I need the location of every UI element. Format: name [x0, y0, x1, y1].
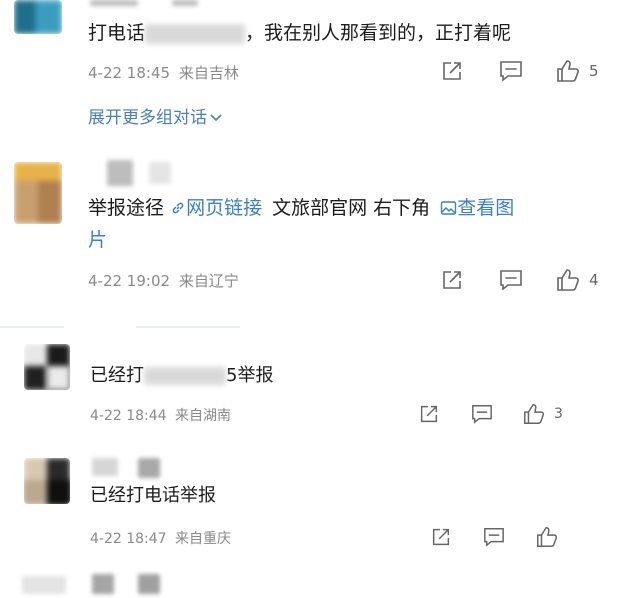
- comment-text: 已经打 5举报: [90, 365, 274, 386]
- username[interactable]: [107, 160, 133, 186]
- comment-icon: [500, 61, 522, 82]
- comment-button[interactable]: [498, 59, 524, 83]
- comment-icon: [500, 270, 522, 291]
- comment-location: 来自辽宁: [178, 272, 239, 290]
- like-count: 4: [589, 271, 599, 289]
- share-button[interactable]: [430, 526, 452, 548]
- comment-icon: [484, 528, 504, 547]
- share-button[interactable]: [440, 59, 464, 83]
- username[interactable]: [90, 0, 138, 6]
- share-icon: [443, 271, 461, 289]
- comment-date: 4-22 18:44: [90, 408, 167, 424]
- username[interactable]: [138, 574, 160, 594]
- comment-text: 打电话 ，我在别人那看到的，正打着呢: [88, 22, 512, 44]
- link-icon: [170, 194, 186, 226]
- comment-date: 4-22 18:47: [90, 531, 167, 547]
- comment-icon: [472, 405, 492, 424]
- view-image-link-continued[interactable]: 片: [88, 224, 107, 256]
- redacted-phone: [144, 367, 226, 385]
- comment-meta: 4-22 19:02 来自辽宁: [88, 270, 239, 291]
- username[interactable]: [92, 458, 118, 476]
- comment-text: 举报途径 网页链接 文旅部官网 右下角 查看图: [88, 192, 514, 226]
- divider: [0, 326, 64, 328]
- like-button[interactable]: 4: [555, 267, 599, 293]
- comment-meta: 4-22 18:47 来自重庆: [90, 528, 231, 548]
- chevron-down-icon: [209, 108, 223, 128]
- share-button[interactable]: [440, 268, 464, 292]
- view-image-link[interactable]: 查看图: [440, 197, 514, 219]
- like-icon: [557, 269, 579, 291]
- share-icon: [432, 528, 450, 546]
- like-button[interactable]: 3: [522, 402, 563, 426]
- username[interactable]: [138, 458, 160, 478]
- share-icon: [443, 62, 461, 80]
- like-button[interactable]: 5: [555, 58, 599, 84]
- comment-meta: 4-22 18:45 来自吉林: [88, 62, 239, 83]
- share-icon: [420, 405, 438, 423]
- comment-location: 来自重庆: [175, 531, 232, 547]
- like-icon: [537, 527, 558, 547]
- comment-button[interactable]: [470, 403, 494, 425]
- image-icon: [440, 194, 457, 226]
- username[interactable]: [149, 162, 171, 184]
- avatar[interactable]: [22, 576, 66, 594]
- like-button[interactable]: [535, 525, 559, 549]
- like-icon: [524, 404, 545, 424]
- username[interactable]: [92, 574, 114, 594]
- username[interactable]: [172, 0, 198, 6]
- avatar[interactable]: [14, 162, 62, 224]
- avatar[interactable]: [24, 458, 70, 504]
- like-icon: [557, 60, 579, 82]
- redacted-phone: [145, 23, 246, 44]
- comment-location: 来自湖南: [175, 408, 232, 424]
- avatar[interactable]: [24, 344, 70, 390]
- web-link[interactable]: 网页链接: [170, 197, 262, 219]
- comment-text: 已经打电话举报: [90, 485, 216, 506]
- like-count: 5: [589, 62, 599, 80]
- divider: [136, 326, 240, 328]
- comment-button[interactable]: [498, 268, 524, 292]
- comment-meta: 4-22 18:44 来自湖南: [90, 405, 231, 425]
- share-button[interactable]: [418, 403, 440, 425]
- expand-conversation-link[interactable]: 展开更多组对话: [88, 103, 223, 128]
- like-count: 3: [554, 406, 563, 422]
- comment-date: 4-22 18:45: [88, 64, 171, 82]
- avatar[interactable]: [14, 0, 62, 34]
- comment-button[interactable]: [482, 526, 506, 548]
- comment-date: 4-22 19:02: [88, 272, 171, 290]
- comment-location: 来自吉林: [178, 64, 239, 82]
